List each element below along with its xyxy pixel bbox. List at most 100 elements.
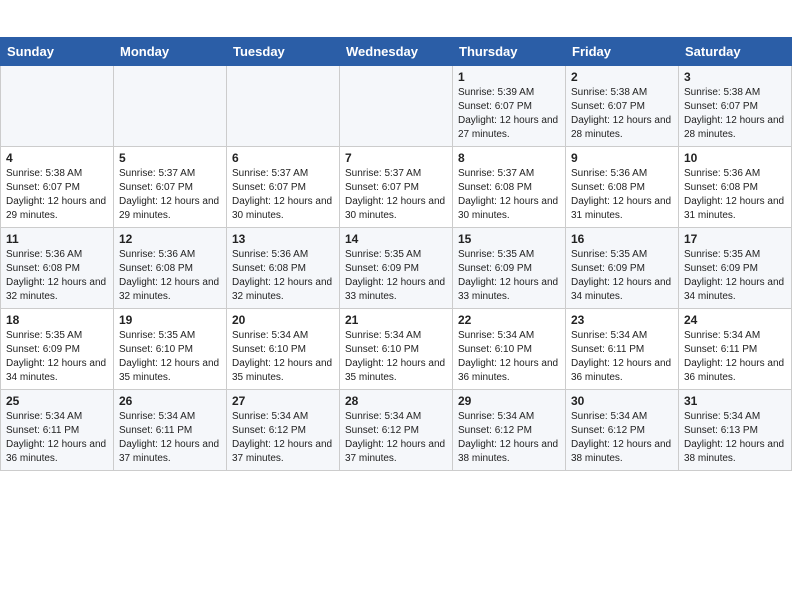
day-info: Sunrise: 5:35 AM Sunset: 6:10 PM Dayligh…: [119, 329, 221, 385]
day-cell: 27 Sunrise: 5:34 AM Sunset: 6:12 PM Dayli…: [227, 390, 340, 471]
day-info: Sunrise: 5:35 AM Sunset: 6:09 PM Dayligh…: [571, 248, 673, 304]
day-cell: 31 Sunrise: 5:34 AM Sunset: 6:13 PM Dayli…: [679, 390, 792, 471]
day-number: 27: [232, 394, 334, 408]
day-info: Sunrise: 5:37 AM Sunset: 6:08 PM Dayligh…: [458, 167, 560, 223]
day-cell: 7 Sunrise: 5:37 AM Sunset: 6:07 PM Daylig…: [340, 147, 453, 228]
day-info: Sunrise: 5:34 AM Sunset: 6:12 PM Dayligh…: [458, 410, 560, 466]
day-number: 16: [571, 232, 673, 246]
day-cell: 26 Sunrise: 5:34 AM Sunset: 6:11 PM Dayli…: [114, 390, 227, 471]
day-info: Sunrise: 5:34 AM Sunset: 6:10 PM Dayligh…: [345, 329, 447, 385]
day-info: Sunrise: 5:34 AM Sunset: 6:13 PM Dayligh…: [684, 410, 786, 466]
day-cell: 28Sunrise: 5:34 AM Sunset: 6:12 PM Dayli…: [340, 390, 453, 471]
day-cell: 25 Sunrise: 5:34 AM Sunset: 6:11 PM Dayli…: [1, 390, 114, 471]
day-cell: 29 Sunrise: 5:34 AM Sunset: 6:12 PM Dayli…: [453, 390, 566, 471]
day-cell: 8 Sunrise: 5:37 AM Sunset: 6:08 PM Daylig…: [453, 147, 566, 228]
page-header: [0, 0, 792, 29]
day-number: 18: [6, 313, 108, 327]
day-info: Sunrise: 5:36 AM Sunset: 6:08 PM Dayligh…: [6, 248, 108, 304]
day-cell: 12 Sunrise: 5:36 AM Sunset: 6:08 PM Dayli…: [114, 228, 227, 309]
day-number: 11: [6, 232, 108, 246]
day-number: 6: [232, 151, 334, 165]
day-cell: 5 Sunrise: 5:37 AM Sunset: 6:07 PM Daylig…: [114, 147, 227, 228]
day-number: 2: [571, 70, 673, 84]
day-number: 17: [684, 232, 786, 246]
day-cell: 19 Sunrise: 5:35 AM Sunset: 6:10 PM Dayli…: [114, 309, 227, 390]
weekday-header-sunday: Sunday: [1, 38, 114, 66]
calendar-table: SundayMondayTuesdayWednesdayThursdayFrid…: [0, 37, 792, 471]
day-number: 23: [571, 313, 673, 327]
day-cell: 15 Sunrise: 5:35 AM Sunset: 6:09 PM Dayli…: [453, 228, 566, 309]
day-cell: 22 Sunrise: 5:34 AM Sunset: 6:10 PM Dayli…: [453, 309, 566, 390]
week-row-3: 11 Sunrise: 5:36 AM Sunset: 6:08 PM Dayli…: [1, 228, 792, 309]
day-info: Sunrise: 5:35 AM Sunset: 6:09 PM Dayligh…: [6, 329, 108, 385]
day-info: Sunrise: 5:36 AM Sunset: 6:08 PM Dayligh…: [232, 248, 334, 304]
weekday-header-wednesday: Wednesday: [340, 38, 453, 66]
day-info: Sunrise: 5:34 AM Sunset: 6:11 PM Dayligh…: [6, 410, 108, 466]
day-cell: [114, 66, 227, 147]
day-number: 25: [6, 394, 108, 408]
day-info: Sunrise: 5:34 AM Sunset: 6:10 PM Dayligh…: [232, 329, 334, 385]
day-cell: 4Sunrise: 5:38 AM Sunset: 6:07 PM Daylig…: [1, 147, 114, 228]
day-info: Sunrise: 5:34 AM Sunset: 6:10 PM Dayligh…: [458, 329, 560, 385]
day-cell: 16 Sunrise: 5:35 AM Sunset: 6:09 PM Dayli…: [566, 228, 679, 309]
day-cell: 30 Sunrise: 5:34 AM Sunset: 6:12 PM Dayli…: [566, 390, 679, 471]
day-number: 30: [571, 394, 673, 408]
day-number: 28: [345, 394, 447, 408]
day-info: Sunrise: 5:34 AM Sunset: 6:12 PM Dayligh…: [571, 410, 673, 466]
day-cell: 9Sunrise: 5:36 AM Sunset: 6:08 PM Daylig…: [566, 147, 679, 228]
day-number: 3: [684, 70, 786, 84]
day-info: Sunrise: 5:36 AM Sunset: 6:08 PM Dayligh…: [119, 248, 221, 304]
day-info: Sunrise: 5:34 AM Sunset: 6:12 PM Dayligh…: [232, 410, 334, 466]
day-info: Sunrise: 5:36 AM Sunset: 6:08 PM Dayligh…: [571, 167, 673, 223]
day-number: 20: [232, 313, 334, 327]
day-cell: [227, 66, 340, 147]
day-info: Sunrise: 5:39 AM Sunset: 6:07 PM Dayligh…: [458, 86, 560, 142]
day-info: Sunrise: 5:37 AM Sunset: 6:07 PM Dayligh…: [345, 167, 447, 223]
day-number: 13: [232, 232, 334, 246]
day-number: 15: [458, 232, 560, 246]
day-cell: 21 Sunrise: 5:34 AM Sunset: 6:10 PM Dayli…: [340, 309, 453, 390]
day-cell: 18 Sunrise: 5:35 AM Sunset: 6:09 PM Dayli…: [1, 309, 114, 390]
weekday-header-tuesday: Tuesday: [227, 38, 340, 66]
day-info: Sunrise: 5:35 AM Sunset: 6:09 PM Dayligh…: [684, 248, 786, 304]
day-number: 10: [684, 151, 786, 165]
day-number: 31: [684, 394, 786, 408]
weekday-header-friday: Friday: [566, 38, 679, 66]
day-number: 26: [119, 394, 221, 408]
day-number: 8: [458, 151, 560, 165]
day-cell: 14 Sunrise: 5:35 AM Sunset: 6:09 PM Dayli…: [340, 228, 453, 309]
day-number: 29: [458, 394, 560, 408]
week-row-5: 25 Sunrise: 5:34 AM Sunset: 6:11 PM Dayli…: [1, 390, 792, 471]
day-cell: 23Sunrise: 5:34 AM Sunset: 6:11 PM Dayli…: [566, 309, 679, 390]
day-info: Sunrise: 5:38 AM Sunset: 6:07 PM Dayligh…: [571, 86, 673, 142]
day-cell: [1, 66, 114, 147]
day-cell: 3 Sunrise: 5:38 AM Sunset: 6:07 PM Daylig…: [679, 66, 792, 147]
day-info: Sunrise: 5:34 AM Sunset: 6:11 PM Dayligh…: [684, 329, 786, 385]
day-info: Sunrise: 5:35 AM Sunset: 6:09 PM Dayligh…: [458, 248, 560, 304]
day-number: 5: [119, 151, 221, 165]
day-number: 21: [345, 313, 447, 327]
day-number: 14: [345, 232, 447, 246]
day-number: 22: [458, 313, 560, 327]
day-number: 1: [458, 70, 560, 84]
day-info: Sunrise: 5:38 AM Sunset: 6:07 PM Dayligh…: [684, 86, 786, 142]
day-info: Sunrise: 5:35 AM Sunset: 6:09 PM Dayligh…: [345, 248, 447, 304]
day-number: 4: [6, 151, 108, 165]
day-cell: 2 Sunrise: 5:38 AM Sunset: 6:07 PM Daylig…: [566, 66, 679, 147]
day-cell: 13 Sunrise: 5:36 AM Sunset: 6:08 PM Dayli…: [227, 228, 340, 309]
day-info: Sunrise: 5:37 AM Sunset: 6:07 PM Dayligh…: [119, 167, 221, 223]
day-info: Sunrise: 5:37 AM Sunset: 6:07 PM Dayligh…: [232, 167, 334, 223]
day-cell: [340, 66, 453, 147]
day-info: Sunrise: 5:36 AM Sunset: 6:08 PM Dayligh…: [684, 167, 786, 223]
day-number: 19: [119, 313, 221, 327]
day-cell: 10 Sunrise: 5:36 AM Sunset: 6:08 PM Dayli…: [679, 147, 792, 228]
day-number: 7: [345, 151, 447, 165]
weekday-header-saturday: Saturday: [679, 38, 792, 66]
week-row-2: 4Sunrise: 5:38 AM Sunset: 6:07 PM Daylig…: [1, 147, 792, 228]
day-number: 12: [119, 232, 221, 246]
week-row-1: 1 Sunrise: 5:39 AM Sunset: 6:07 PM Daylig…: [1, 66, 792, 147]
day-number: 24: [684, 313, 786, 327]
day-info: Sunrise: 5:34 AM Sunset: 6:11 PM Dayligh…: [119, 410, 221, 466]
weekday-header-row: SundayMondayTuesdayWednesdayThursdayFrid…: [1, 38, 792, 66]
day-cell: 11 Sunrise: 5:36 AM Sunset: 6:08 PM Dayli…: [1, 228, 114, 309]
